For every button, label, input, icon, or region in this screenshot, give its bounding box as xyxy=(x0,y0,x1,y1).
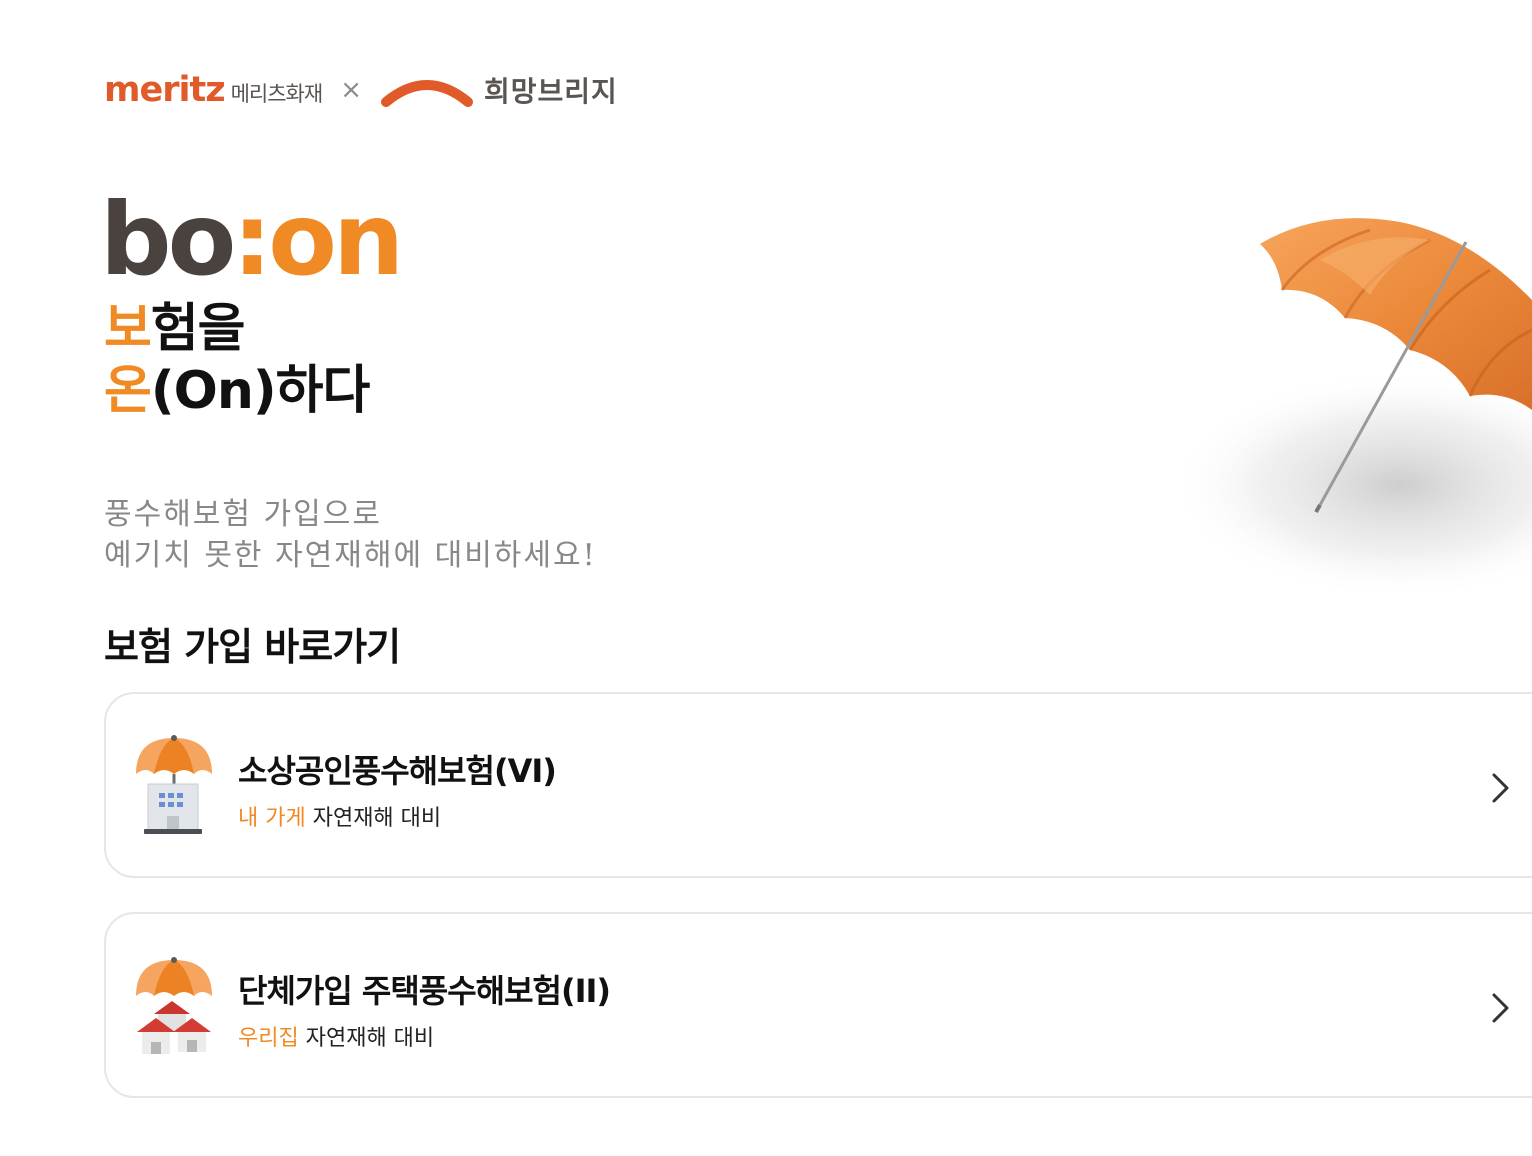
product-subtitle: 내 가게 자연재해 대비 xyxy=(238,800,441,832)
partner-logos: meritz 메리츠화재 × 희망브리지 xyxy=(104,60,618,120)
boon-logo: bo:on xyxy=(100,190,404,290)
subtitle-highlight: 내 가게 xyxy=(238,806,306,831)
logo-colon: : xyxy=(232,181,272,298)
subcopy-line-2: 예기치 못한 자연재해에 대비하세요! xyxy=(104,538,597,573)
logo-part-on: on xyxy=(268,181,404,298)
product-title: 단체가입 주택풍수해보험(II) xyxy=(238,972,611,1010)
tagline-highlight-1: 보 xyxy=(104,299,152,359)
tagline-highlight-2: 온 xyxy=(104,361,152,421)
tagline-rest-2: (On)하다 xyxy=(150,361,370,421)
subtitle-rest: 자연재해 대비 xyxy=(305,806,442,831)
umbrella-houses-icon xyxy=(136,957,212,1054)
subtitle-highlight: 우리집 xyxy=(238,1026,299,1051)
landing-page: meritz 메리츠화재 × 희망브리지 bo:on 보험을 온(On)하다 풍… xyxy=(0,0,1532,1156)
hero-subcopy: 풍수해보험 가입으로 예기치 못한 자연재해에 대비하세요! xyxy=(104,494,597,576)
umbrella-store-icon xyxy=(136,735,212,834)
hope-bridge-name: 희망브리지 xyxy=(483,75,618,108)
collab-separator: × xyxy=(340,75,362,105)
hope-bridge-arc-icon xyxy=(380,80,473,107)
hero-tagline: 보험을 온(On)하다 xyxy=(104,298,370,422)
tagline-line-1: 보험을 xyxy=(104,298,369,360)
subtitle-rest: 자연재해 대비 xyxy=(298,1026,435,1051)
logo-part-bo: bo xyxy=(100,181,236,298)
meritz-logo: meritz xyxy=(104,69,226,110)
tagline-line-2: 온(On)하다 xyxy=(104,360,370,422)
product-title: 소상공인풍수해보험(VI) xyxy=(238,752,557,790)
product-subtitle: 우리집 자연재해 대비 xyxy=(238,1020,434,1052)
product-card-small-business[interactable]: 소상공인풍수해보험(VI) 내 가게 자연재해 대비 xyxy=(104,692,1532,878)
meritz-korean-name: 메리츠화재 xyxy=(230,82,324,106)
tagline-rest-1: 험을 xyxy=(150,299,246,359)
product-card-group-housing[interactable]: 단체가입 주택풍수해보험(II) 우리집 자연재해 대비 xyxy=(104,912,1532,1098)
chevron-right-icon[interactable] xyxy=(1490,772,1512,804)
subcopy-line-1: 풍수해보험 가입으로 xyxy=(104,497,382,532)
umbrella-illustration xyxy=(1170,218,1532,600)
chevron-right-icon[interactable] xyxy=(1490,992,1512,1024)
section-title: 보험 가입 바로가기 xyxy=(104,625,401,669)
